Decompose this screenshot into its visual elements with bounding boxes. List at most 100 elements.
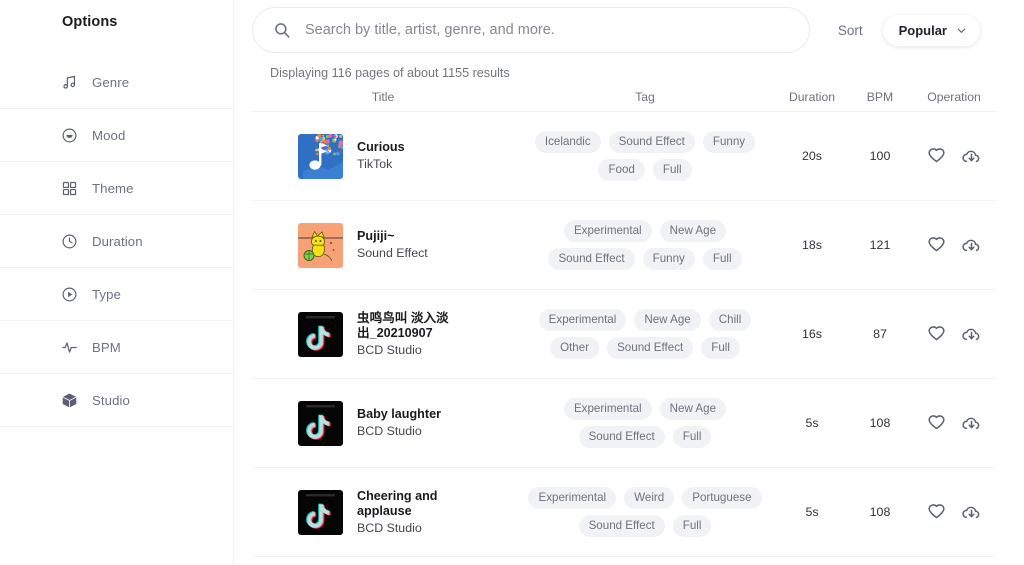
sidebar: Options Genre Mood Theme Duration Type BPM Stu… xyxy=(0,0,234,565)
tag-pill[interactable]: Experimental xyxy=(528,487,616,509)
table-row[interactable]: Baby laughter BCD Studio Experimental New A… xyxy=(252,379,996,468)
tag-pill[interactable]: Sound Effect xyxy=(607,337,693,359)
tag-pill[interactable]: Weird xyxy=(624,487,674,509)
tag-pill[interactable]: Food xyxy=(598,159,644,181)
cloud-download-icon[interactable] xyxy=(961,502,982,523)
clock-icon xyxy=(61,233,78,250)
grid-icon xyxy=(61,180,78,197)
album-art-thumbnail[interactable] xyxy=(298,401,343,446)
sidebar-item-label: Studio xyxy=(92,393,130,408)
album-art-thumbnail[interactable] xyxy=(298,312,343,357)
search-input[interactable] xyxy=(305,22,789,38)
tag-cell: Experimental New Age Sound Effect Funny Full xyxy=(514,214,776,276)
sidebar-item-label: Theme xyxy=(92,181,134,196)
duration-value: 20s xyxy=(776,149,848,163)
tag-pill[interactable]: Other xyxy=(550,337,599,359)
tag-pill[interactable]: Sound Effect xyxy=(579,426,665,448)
sidebar-item-bpm[interactable]: BPM xyxy=(0,321,233,374)
track-meta: Pujiji~ Sound Effect xyxy=(357,229,428,261)
operation-cell xyxy=(912,146,996,167)
tag-cell: Icelandic Sound Effect Funny Food Full xyxy=(514,125,776,187)
sidebar-nav-list: Genre Mood Theme Duration Type BPM Studio xyxy=(0,56,233,427)
track-title: Pujiji~ xyxy=(357,229,428,244)
track-artist: Sound Effect xyxy=(357,245,428,261)
sidebar-item-theme[interactable]: Theme xyxy=(0,162,233,215)
operation-cell xyxy=(912,235,996,256)
heart-icon[interactable] xyxy=(926,324,947,345)
track-meta: 虫鸣鸟叫 淡入淡出_20210907 BCD Studio xyxy=(357,311,461,358)
track-artist: BCD Studio xyxy=(357,342,461,358)
tag-pill[interactable]: Sound Effect xyxy=(579,515,665,537)
table-row[interactable]: Cheering and applause BCD Studio Experimen… xyxy=(252,468,996,557)
track-artist: TikTok xyxy=(357,156,405,172)
sidebar-item-label: Duration xyxy=(92,234,143,249)
cloud-download-icon[interactable] xyxy=(961,413,982,434)
duration-value: 18s xyxy=(776,238,848,252)
table-row[interactable]: Curious TikTok Icelandic Sound Effect Funny F… xyxy=(252,112,996,201)
bpm-value: 108 xyxy=(848,505,912,519)
heart-icon[interactable] xyxy=(926,413,947,434)
table-row[interactable]: 虫鸣鸟叫 淡入淡出_20210907 BCD Studio Experimental… xyxy=(252,290,996,379)
tag-pill[interactable]: Chill xyxy=(709,309,752,331)
tag-pill[interactable]: Icelandic xyxy=(535,131,601,153)
track-title: Baby laughter xyxy=(357,407,441,422)
sidebar-item-genre[interactable]: Genre xyxy=(0,56,233,109)
album-art-thumbnail[interactable] xyxy=(298,134,343,179)
table-row[interactable]: Pujiji~ Sound Effect Experimental New Age So… xyxy=(252,201,996,290)
sidebar-item-type[interactable]: Type xyxy=(0,268,233,321)
cloud-download-icon[interactable] xyxy=(961,235,982,256)
track-title: Curious xyxy=(357,140,405,155)
tag-pill[interactable]: Sound Effect xyxy=(548,248,634,270)
chevron-down-icon xyxy=(956,25,967,36)
top-bar: Sort Popular xyxy=(252,0,1024,53)
tag-pill[interactable]: Experimental xyxy=(539,309,627,331)
tag-cell: Experimental New Age Sound Effect Full xyxy=(514,392,776,454)
column-header-title: Title xyxy=(252,90,514,104)
table-header-row: Title Tag Duration BPM Operation xyxy=(252,90,996,112)
cloud-download-icon[interactable] xyxy=(961,146,982,167)
sidebar-item-duration[interactable]: Duration xyxy=(0,215,233,268)
track-meta: Curious TikTok xyxy=(357,140,405,172)
column-header-operation: Operation xyxy=(912,90,996,104)
album-art-thumbnail[interactable] xyxy=(298,490,343,535)
album-art-thumbnail[interactable] xyxy=(298,223,343,268)
tag-pill[interactable]: Experimental xyxy=(564,398,652,420)
sort-label: Sort xyxy=(838,23,863,38)
results-table: Title Tag Duration BPM Operation Curious… xyxy=(252,90,996,557)
tag-pill[interactable]: Full xyxy=(701,337,740,359)
tag-pill[interactable]: Sound Effect xyxy=(609,131,695,153)
sidebar-item-label: BPM xyxy=(92,340,121,355)
main-content: Sort Popular Displaying 116 pages of abo… xyxy=(234,0,1024,565)
sidebar-item-mood[interactable]: Mood xyxy=(0,109,233,162)
cloud-download-icon[interactable] xyxy=(961,324,982,345)
heart-icon[interactable] xyxy=(926,235,947,256)
tag-pill[interactable]: Funny xyxy=(643,248,695,270)
tag-pill[interactable]: Full xyxy=(673,515,712,537)
tag-pill[interactable]: Funny xyxy=(703,131,755,153)
results-summary: Displaying 116 pages of about 1155 resul… xyxy=(252,53,1024,80)
tag-pill[interactable]: New Age xyxy=(660,398,726,420)
tag-cell: Experimental New Age Chill Other Sound Effec… xyxy=(514,303,776,365)
tag-pill[interactable]: Portuguese xyxy=(682,487,761,509)
tag-pill[interactable]: Experimental xyxy=(564,220,652,242)
tag-pill[interactable]: Full xyxy=(703,248,742,270)
tag-pill[interactable]: Full xyxy=(653,159,692,181)
track-title: 虫鸣鸟叫 淡入淡出_20210907 xyxy=(357,311,461,341)
sort-dropdown[interactable]: Popular xyxy=(883,15,980,46)
heart-icon[interactable] xyxy=(926,502,947,523)
app-root: Options Genre Mood Theme Duration Type BPM Stu… xyxy=(0,0,1024,565)
duration-value: 16s xyxy=(776,327,848,341)
tag-pill[interactable]: Full xyxy=(673,426,712,448)
heart-icon[interactable] xyxy=(926,146,947,167)
column-header-tag: Tag xyxy=(514,90,776,104)
sidebar-item-studio[interactable]: Studio xyxy=(0,374,233,427)
track-cell: Pujiji~ Sound Effect xyxy=(252,223,514,268)
page-title: Options xyxy=(0,0,233,30)
tag-pill[interactable]: New Age xyxy=(660,220,726,242)
cube-icon xyxy=(61,392,78,409)
bpm-value: 100 xyxy=(848,149,912,163)
track-meta: Baby laughter BCD Studio xyxy=(357,407,441,439)
duration-value: 5s xyxy=(776,505,848,519)
search-box[interactable] xyxy=(252,7,810,53)
tag-pill[interactable]: New Age xyxy=(634,309,700,331)
